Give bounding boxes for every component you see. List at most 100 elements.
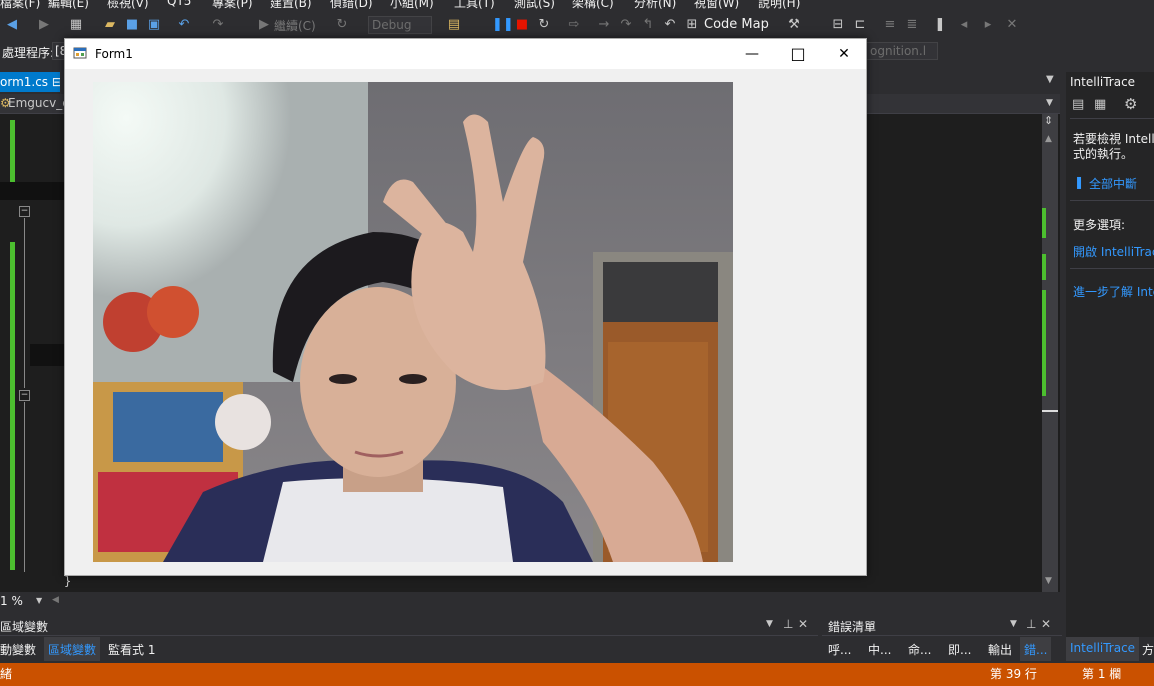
tab-watch-1[interactable]: 監看式 1 bbox=[108, 641, 155, 658]
menu-qt5[interactable]: QT5 bbox=[167, 0, 191, 8]
panel-menu-icon[interactable]: ▼ bbox=[1010, 619, 1017, 629]
restart-icon[interactable]: ↻ bbox=[334, 16, 350, 34]
back-icon[interactable]: ◀ bbox=[4, 16, 20, 34]
panel-close-icon[interactable]: ✕ bbox=[798, 617, 808, 631]
new-project-icon[interactable]: ▦ bbox=[68, 16, 84, 34]
document-tab-form1[interactable]: orm1.cs ⊟ bbox=[0, 72, 60, 92]
menu-tools[interactable]: 工具(T) bbox=[454, 0, 495, 11]
scroll-left-icon[interactable]: ◀ bbox=[52, 595, 59, 605]
menu-edit[interactable]: 編輯(E) bbox=[48, 0, 89, 11]
panel-pin-icon[interactable]: ⊥ bbox=[1026, 617, 1036, 631]
undo-icon[interactable]: ↶ bbox=[176, 16, 192, 34]
form1-titlebar[interactable]: Form1 — □ ✕ bbox=[65, 39, 866, 69]
continue-label[interactable]: 繼續(C) bbox=[274, 17, 316, 34]
learn-more-link[interactable]: 進一步了解 Inte bbox=[1073, 283, 1154, 300]
panel-pin-icon[interactable]: ⊥ bbox=[783, 617, 793, 631]
tab-command[interactable]: 命... bbox=[908, 641, 931, 658]
menu-architecture[interactable]: 架構(C) bbox=[572, 0, 614, 11]
scroll-position-marker bbox=[1042, 410, 1058, 412]
step-over-icon[interactable]: ↷ bbox=[618, 16, 634, 34]
status-line: 第 39 行 bbox=[990, 667, 1037, 681]
menu-build[interactable]: 建置(B) bbox=[270, 0, 312, 11]
panel-menu-icon[interactable]: ▼ bbox=[766, 619, 773, 629]
menu-analyze[interactable]: 分析(N) bbox=[634, 0, 676, 11]
menu-team[interactable]: 小組(M) bbox=[390, 0, 434, 11]
step-out-icon[interactable]: ↰ bbox=[640, 16, 656, 34]
stack-frame-value: ognition.l bbox=[870, 44, 927, 58]
settings-gear-icon[interactable]: ⚙ bbox=[1124, 95, 1137, 113]
break-all-icon[interactable]: ❚ bbox=[1074, 175, 1084, 189]
events-view-icon[interactable]: ▤ bbox=[1072, 97, 1084, 112]
menu-project[interactable]: 專案(P) bbox=[212, 0, 253, 11]
close-button[interactable]: ✕ bbox=[821, 39, 867, 69]
status-column: 第 1 欄 bbox=[1082, 667, 1122, 681]
next-bookmark-icon[interactable]: ▸ bbox=[980, 16, 996, 34]
comment-icon[interactable]: ≡ bbox=[882, 16, 898, 34]
open-file-icon[interactable]: ▰ bbox=[102, 16, 118, 34]
save-icon[interactable]: ■ bbox=[124, 16, 140, 34]
status-text: 緒 bbox=[0, 667, 13, 681]
open-intellitrace-link[interactable]: 開啟 IntelliTrac bbox=[1073, 243, 1154, 260]
show-next-statement-icon[interactable]: ⇨ bbox=[566, 16, 582, 34]
minimize-button[interactable]: — bbox=[729, 39, 775, 69]
process-icon[interactable]: ▤ bbox=[446, 16, 462, 34]
project-dropdown[interactable]: Emgucv_e bbox=[8, 96, 70, 110]
member-dropdown-icon[interactable]: ▼ bbox=[1046, 98, 1053, 108]
tab-immediate[interactable]: 即... bbox=[948, 641, 971, 658]
tools-icon[interactable]: ⚒ bbox=[786, 16, 802, 34]
pin-icon[interactable]: ⊟ bbox=[52, 75, 60, 89]
save-all-icon[interactable]: ▣ bbox=[146, 16, 162, 34]
collapse-icon[interactable]: − bbox=[19, 206, 30, 217]
tab-intellitrace[interactable]: IntelliTrace bbox=[1066, 637, 1140, 661]
document-tab-label: orm1.cs bbox=[0, 75, 49, 89]
calls-view-icon[interactable]: ▦ bbox=[1094, 97, 1106, 112]
outline-line bbox=[24, 402, 25, 572]
editor-vertical-scrollbar[interactable]: ⇕ ▲ ▼ bbox=[1042, 114, 1058, 592]
split-icon[interactable]: ⇕ bbox=[1044, 114, 1053, 127]
solution-icon[interactable]: ⊟ bbox=[830, 16, 846, 34]
tab-overflow[interactable]: 方 bbox=[1142, 641, 1154, 658]
tab-locals[interactable]: 區域變數 bbox=[44, 637, 101, 661]
tab-error-list[interactable]: 錯... bbox=[1020, 637, 1052, 661]
stop-icon[interactable]: ■ bbox=[514, 16, 530, 34]
prev-bookmark-icon[interactable]: ◂ bbox=[956, 16, 972, 34]
clear-bookmark-icon[interactable]: ✕ bbox=[1004, 16, 1020, 34]
pause-icon[interactable]: ❚❚ bbox=[492, 16, 514, 34]
panel-close-icon[interactable]: ✕ bbox=[1041, 617, 1051, 631]
editor-horizontal-scrollbar[interactable]: 1 % ▼ ◀ bbox=[0, 592, 1060, 610]
step-into-icon[interactable]: → bbox=[596, 16, 612, 34]
tab-autos[interactable]: 動變數 bbox=[0, 641, 36, 658]
collapse-icon[interactable]: − bbox=[19, 390, 30, 401]
code-map-icon[interactable]: ⊞ bbox=[684, 16, 700, 34]
uncomment-icon[interactable]: ≣ bbox=[904, 16, 920, 34]
menu-file[interactable]: 檔案(F) bbox=[0, 0, 40, 11]
bottom-tab-strip: 動變數 區域變數 監看式 1 呼... 中... 命... 即... 輸出 錯.… bbox=[0, 637, 1154, 663]
step-back-icon[interactable]: ↶ bbox=[662, 16, 678, 34]
menu-help[interactable]: 說明(H) bbox=[758, 0, 800, 11]
scroll-down-icon[interactable]: ▼ bbox=[1045, 576, 1052, 586]
zoom-chevron-icon[interactable]: ▼ bbox=[36, 596, 42, 605]
continue-icon[interactable]: ▶ bbox=[256, 16, 272, 34]
maximize-button[interactable]: □ bbox=[775, 39, 821, 69]
solution-config-dropdown[interactable]: Debug bbox=[368, 16, 432, 34]
menu-test[interactable]: 測試(S) bbox=[514, 0, 555, 11]
zoom-dropdown[interactable]: 1 % bbox=[0, 594, 23, 608]
menu-debug[interactable]: 偵錯(D) bbox=[330, 0, 373, 11]
code-map-label[interactable]: Code Map bbox=[704, 17, 769, 32]
restart-debug-icon[interactable]: ↻ bbox=[536, 16, 552, 34]
locals-panel-title: 區域變數 bbox=[0, 620, 49, 634]
bookmark-icon[interactable]: ❚ bbox=[932, 16, 948, 34]
diff-icon[interactable]: ⊏ bbox=[852, 16, 868, 34]
forward-icon[interactable]: ▶ bbox=[36, 16, 52, 34]
stack-frame-dropdown[interactable]: ognition.l bbox=[866, 42, 938, 60]
tab-output[interactable]: 輸出 bbox=[988, 641, 1012, 658]
scroll-up-icon[interactable]: ▲ bbox=[1045, 134, 1052, 144]
redo-icon[interactable]: ↷ bbox=[210, 16, 226, 34]
menu-view[interactable]: 檢視(V) bbox=[107, 0, 149, 11]
tab-breakpoints[interactable]: 中... bbox=[868, 641, 891, 658]
menu-window[interactable]: 視窗(W) bbox=[694, 0, 739, 11]
solution-config-value: Debug bbox=[372, 18, 412, 32]
break-all-link[interactable]: 全部中斷 bbox=[1089, 175, 1137, 192]
tab-call-stack[interactable]: 呼... bbox=[828, 641, 851, 658]
tab-overflow-icon[interactable]: ▼ bbox=[1046, 74, 1054, 85]
